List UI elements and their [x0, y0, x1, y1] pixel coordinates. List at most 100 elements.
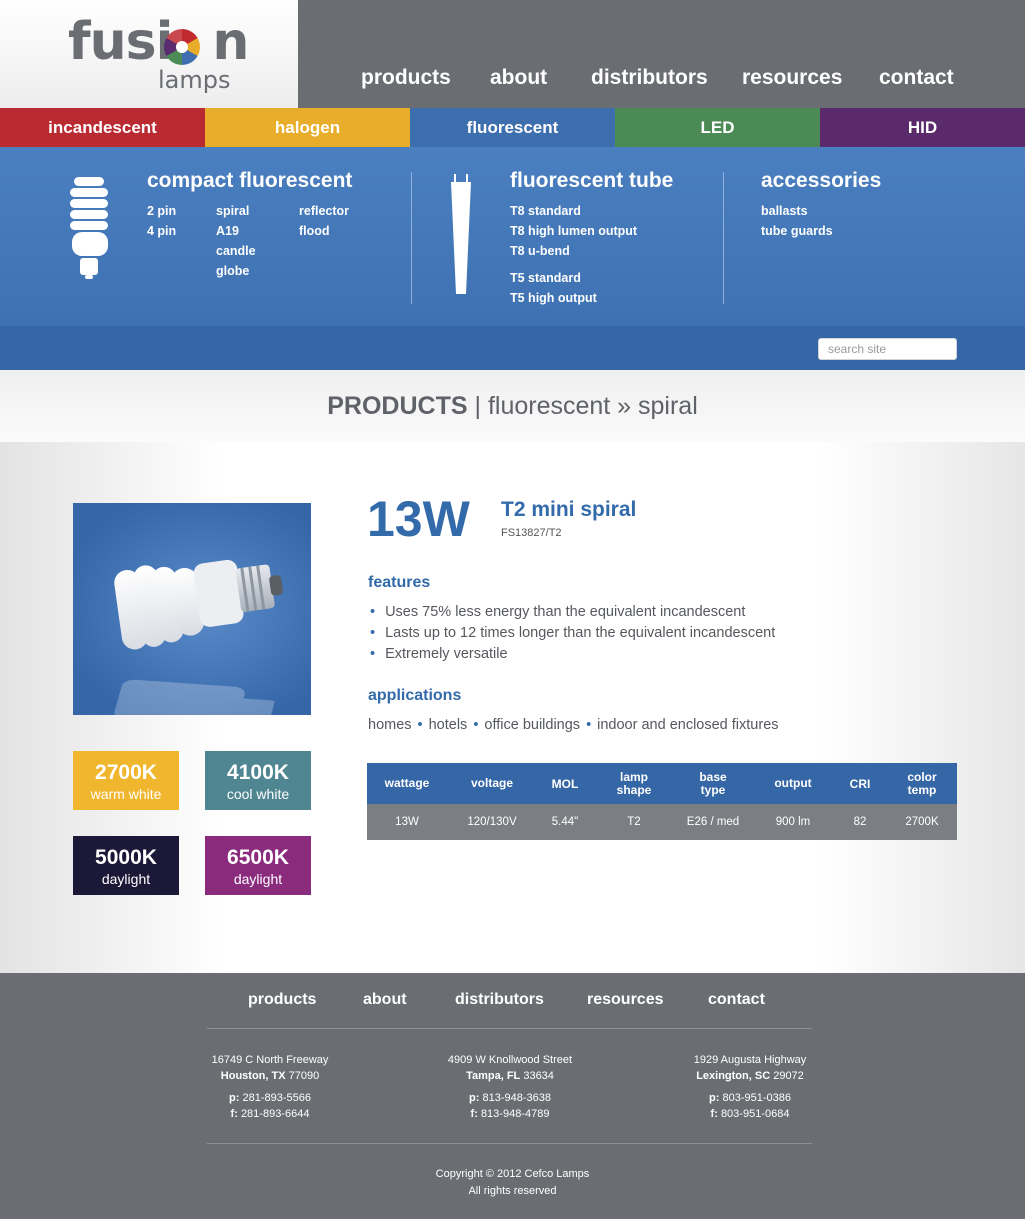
copyright-text: Copyright © 2012 Cefco Lamps	[435, 1168, 590, 1180]
footer-nav-about[interactable]: about	[363, 991, 407, 1009]
product-wattage: 13W	[367, 491, 470, 547]
bullet: •	[370, 625, 376, 641]
menu-title-accessories: accessories	[761, 169, 882, 192]
menu-link-flood[interactable]: flood	[299, 224, 330, 238]
menu-link-reflector[interactable]: reflector	[299, 204, 349, 218]
topnav-resources[interactable]: resources	[742, 66, 842, 90]
features-heading: features	[368, 574, 431, 591]
swatch-kelvin: 4100K	[227, 761, 289, 784]
spec-header-cri: CRI	[849, 777, 871, 791]
office-tampa: 4909 W Knollwood Street Tampa, FL 33634 …	[430, 1052, 590, 1122]
menu-link-t8-high-lumen[interactable]: T8 high lumen output	[510, 224, 637, 238]
category-hid[interactable]: HID	[820, 108, 1025, 147]
category-fluorescent[interactable]: fluorescent	[410, 108, 615, 147]
office-phone: 803-951-0386	[722, 1092, 791, 1104]
feature-text: Lasts up to 12 times longer than the equ…	[385, 625, 776, 641]
spec-header-base-type: base type	[699, 770, 727, 797]
footer-nav-contact[interactable]: contact	[708, 991, 765, 1009]
menu-title-compact-fluorescent: compact fluorescent	[147, 169, 353, 192]
office-zip: 33634	[523, 1070, 554, 1082]
office-fax: 813-948-4789	[480, 1108, 550, 1120]
application-item: homes	[368, 717, 412, 733]
product-name: T2 mini spiral	[501, 498, 637, 521]
footer-nav-products[interactable]: products	[248, 991, 316, 1009]
menu-link-tube-guards[interactable]: tube guards	[761, 224, 833, 238]
menu-link-spiral[interactable]: spiral	[216, 204, 249, 218]
office-houston: 16749 C North Freeway Houston, TX 77090 …	[190, 1052, 350, 1122]
menu-link-2-pin[interactable]: 2 pin	[147, 204, 176, 218]
menu-link-a19[interactable]: A19	[216, 224, 239, 238]
fax-label: f:	[710, 1108, 718, 1120]
office-zip: 29072	[773, 1070, 804, 1082]
swatch-2700k[interactable]: 2700K warm white	[73, 751, 179, 810]
spec-header-lamp-shape: lamp shape	[616, 770, 652, 797]
menu-link-t8-u-bend[interactable]: T8 u-bend	[510, 244, 570, 258]
office-phone: 281-893-5566	[242, 1092, 311, 1104]
swatch-4100k[interactable]: 4100K cool white	[205, 751, 311, 810]
copyright: Copyright © 2012 Cefco Lamps All rights …	[0, 1166, 1025, 1200]
bullet: •	[370, 604, 376, 620]
spec-table-header: wattage voltage MOL lamp shape base type o…	[367, 763, 957, 804]
cfl-spiral-icon	[70, 177, 108, 279]
logo-color-wheel-icon	[164, 29, 200, 65]
category-incandescent[interactable]: incandescent	[0, 108, 205, 147]
swatch-6500k[interactable]: 6500K daylight	[205, 836, 311, 895]
footer-nav-distributors[interactable]: distributors	[455, 991, 544, 1009]
office-street: 16749 C North Freeway	[211, 1054, 329, 1066]
menu-link-t5-standard[interactable]: T5 standard	[510, 271, 581, 285]
feature-item: • Lasts up to 12 times longer than the eq…	[370, 625, 775, 641]
office-street: 4909 W Knollwood Street	[447, 1054, 573, 1066]
category-halogen[interactable]: halogen	[205, 108, 410, 147]
topnav-contact[interactable]: contact	[879, 66, 954, 90]
swatch-label: daylight	[101, 871, 151, 887]
topnav-distributors[interactable]: distributors	[591, 66, 708, 90]
spec-value-color-temp: 2700K	[905, 816, 939, 828]
logo[interactable]: fusi n lamps	[0, 0, 298, 108]
application-item: office buildings	[484, 717, 581, 733]
feature-item: • Extremely versatile	[370, 646, 508, 662]
menu-link-ballasts[interactable]: ballasts	[761, 204, 808, 218]
separator-dot: •	[473, 717, 479, 733]
office-lexington: 1929 Augusta Highway Lexington, SC 29072…	[670, 1052, 830, 1122]
feature-text: Uses 75% less energy than the equivalent…	[385, 604, 746, 620]
topnav-about[interactable]: about	[490, 66, 547, 90]
footer-divider	[207, 1143, 812, 1144]
separator-dot: •	[417, 717, 423, 733]
office-fax: 281-893-6644	[240, 1108, 310, 1120]
menu-divider	[411, 172, 412, 304]
footer-nav-resources[interactable]: resources	[587, 991, 664, 1009]
menu-link-globe[interactable]: globe	[216, 264, 249, 278]
menu-link-t5-high-output[interactable]: T5 high output	[510, 291, 597, 305]
feature-text: Extremely versatile	[385, 646, 508, 662]
application-item: indoor and enclosed fixtures	[597, 717, 779, 733]
menu-link-4-pin[interactable]: 4 pin	[147, 224, 176, 238]
page-title-path: fluorescent » spiral	[487, 392, 698, 420]
topnav-products[interactable]: products	[361, 66, 451, 90]
rights-text: All rights reserved	[468, 1185, 557, 1197]
feature-item: • Uses 75% less energy than the equivalen…	[370, 604, 745, 620]
logo-subtitle: lamps	[158, 66, 231, 94]
search-input[interactable]: search site	[818, 338, 957, 360]
spec-value-lamp-shape: T2	[627, 816, 641, 828]
fax-label: f:	[470, 1108, 478, 1120]
office-city: Houston, TX	[220, 1070, 286, 1082]
spec-header-mol: MOL	[551, 777, 579, 791]
spec-header-wattage: wattage	[384, 776, 430, 790]
menu-link-t8-standard[interactable]: T8 standard	[510, 204, 581, 218]
phone-label: p:	[709, 1092, 720, 1104]
page-title: PRODUCTS | fluorescent » spiral	[0, 392, 1025, 421]
application-item: hotels	[428, 717, 468, 733]
spec-value-cri: 82	[853, 816, 867, 828]
applications-heading: applications	[368, 687, 462, 704]
product-code: FS13827/T2	[501, 527, 562, 539]
office-fax: 803-951-0684	[720, 1108, 790, 1120]
fax-label: f:	[230, 1108, 238, 1120]
swatch-kelvin: 2700K	[95, 761, 157, 784]
swatch-5000k[interactable]: 5000K daylight	[73, 836, 179, 895]
phone-label: p:	[229, 1092, 240, 1104]
separator-dot: •	[586, 717, 592, 733]
category-led[interactable]: LED	[615, 108, 820, 147]
page-title-separator: |	[474, 392, 481, 420]
menu-link-candle[interactable]: candle	[216, 244, 256, 258]
logo-wordmark: fusi n	[68, 12, 249, 72]
